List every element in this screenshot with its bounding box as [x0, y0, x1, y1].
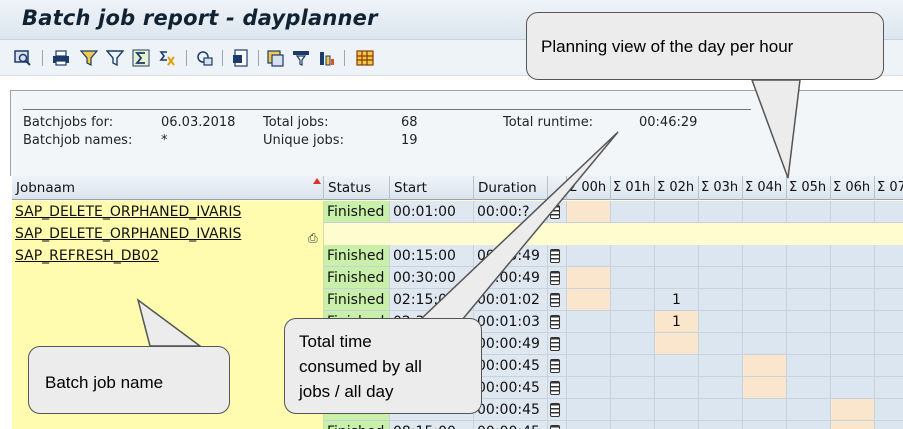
total-time-callout: Total time consumed by all jobs / all da… [284, 318, 482, 414]
total-time-callout-pointer [418, 131, 619, 321]
planning-view-callout-text: Planning view of the day per hour [541, 37, 794, 56]
planning-view-callout: Planning view of the day per hour [526, 12, 884, 80]
batch-name-callout-pointer [136, 298, 203, 347]
total-time-callout-text: Total time consumed by all jobs / all da… [299, 332, 422, 401]
batch-job-name-callout-text: Batch job name [45, 373, 164, 392]
batch-job-name-callout: Batch job name [28, 346, 230, 414]
planning-callout-pointer [750, 79, 801, 179]
